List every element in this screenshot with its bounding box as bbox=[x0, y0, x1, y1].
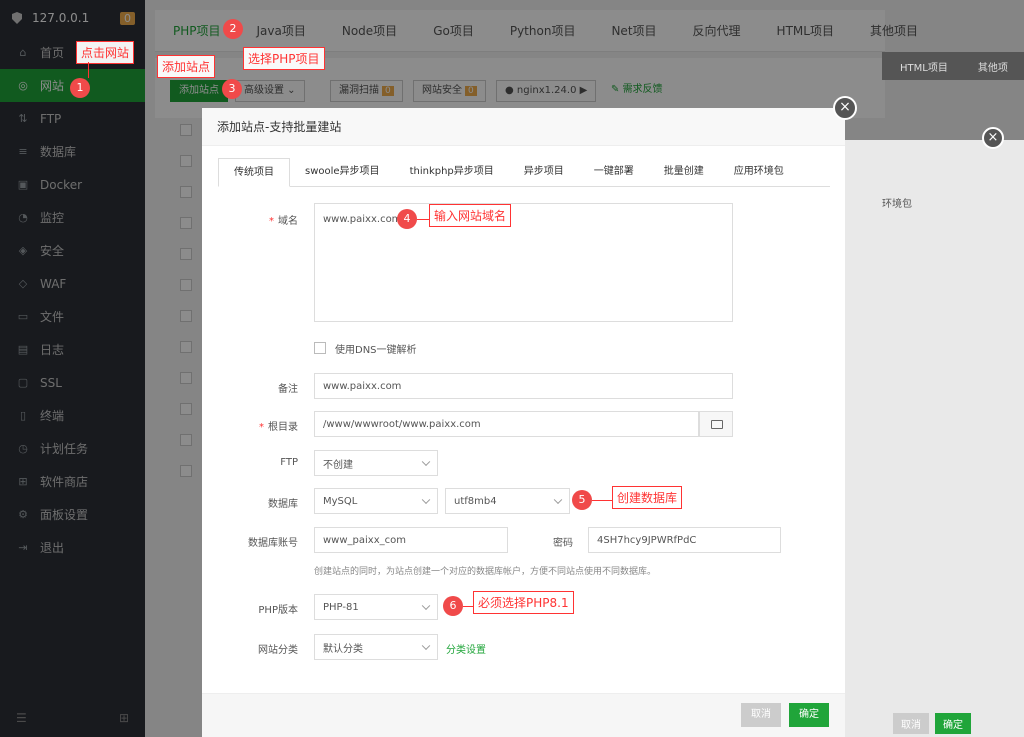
category-select[interactable]: 默认分类 bbox=[314, 634, 438, 660]
database-label: 数据库 bbox=[268, 499, 298, 510]
ghost-cancel-button[interactable]: 取消 bbox=[893, 713, 929, 734]
ftp-value: 不创建 bbox=[323, 459, 353, 471]
annotation-number-2: 2 bbox=[223, 19, 243, 39]
annotation-number-6: 6 bbox=[443, 596, 463, 616]
db-user-label: 数据库账号 bbox=[248, 538, 298, 549]
chevron-down-icon bbox=[553, 495, 563, 505]
root-label: * 根目录 bbox=[259, 422, 298, 433]
chevron-down-icon bbox=[421, 457, 431, 467]
dialog-title: 添加站点-支持批量建站 bbox=[202, 108, 845, 146]
db-charset-select[interactable]: utf8mb4 bbox=[445, 488, 570, 514]
root-dir-input[interactable]: /www/wwwroot/www.paixx.com bbox=[314, 411, 699, 437]
dialog-footer: 取消 确定 bbox=[202, 693, 845, 737]
php-version-label: PHP版本 bbox=[258, 605, 298, 616]
annotation-line bbox=[463, 606, 473, 607]
annotation-enter-domain: 输入网站域名 bbox=[429, 204, 512, 227]
dialog-tab[interactable]: 传统项目 bbox=[218, 158, 290, 187]
db-user-value: www_paixx_com bbox=[323, 534, 406, 546]
dns-label: 使用DNS一键解析 bbox=[335, 345, 417, 356]
category-label: 网站分类 bbox=[258, 645, 298, 656]
ghost-ok-button[interactable]: 确定 bbox=[935, 713, 971, 734]
ghost-dialog bbox=[845, 140, 1024, 737]
dialog-tab[interactable]: 一键部署 bbox=[579, 158, 649, 186]
dns-checkbox[interactable] bbox=[314, 342, 326, 354]
ghost-close-icon[interactable]: × bbox=[982, 127, 1004, 149]
annotation-number-3: 3 bbox=[222, 79, 242, 99]
annotation-line bbox=[592, 500, 612, 501]
dialog-tab[interactable]: 应用环境包 bbox=[719, 158, 799, 186]
chevron-down-icon bbox=[421, 641, 431, 651]
ghost-tab-html: HTML项目 bbox=[900, 62, 948, 74]
domain-label-text: 域名 bbox=[278, 216, 298, 227]
domain-textarea[interactable]: www.paixx.com bbox=[314, 203, 733, 322]
category-value: 默认分类 bbox=[323, 643, 363, 655]
dialog-tab[interactable]: swoole异步项目 bbox=[290, 158, 395, 186]
ghost-tabs: HTML项目 其他项 bbox=[882, 52, 1024, 80]
confirm-button[interactable]: 确定 bbox=[789, 703, 829, 727]
close-icon[interactable]: × bbox=[833, 96, 857, 120]
domain-value: www.paixx.com bbox=[323, 214, 402, 225]
dialog-tab[interactable]: thinkphp异步项目 bbox=[395, 158, 509, 186]
db-password-input[interactable]: 4SH7hcy9JPWRfPdC bbox=[588, 527, 781, 553]
ftp-label: FTP bbox=[280, 457, 298, 468]
annotation-select-php: 选择PHP项目 bbox=[243, 47, 325, 70]
db-type-value: MySQL bbox=[323, 495, 358, 507]
ghost-buttons: 取消 确定 bbox=[893, 713, 971, 734]
chevron-down-icon bbox=[421, 601, 431, 611]
dialog-tabs: 传统项目 swoole异步项目 thinkphp异步项目 异步项目 一键部署 批量创建 应用… bbox=[218, 158, 830, 187]
domain-label: * 域名 bbox=[269, 216, 298, 227]
db-hint: 创建站点的同时，为站点创建一个对应的数据库帐户，方便不同站点使用不同数据库。 bbox=[314, 567, 657, 577]
dialog-tab[interactable]: 异步项目 bbox=[509, 158, 579, 186]
dialog-tab[interactable]: 批量创建 bbox=[649, 158, 719, 186]
annotation-number-1: 1 bbox=[70, 78, 90, 98]
ghost-tab-env: 环境包 bbox=[882, 199, 912, 210]
category-settings-link[interactable]: 分类设置 bbox=[446, 641, 486, 656]
ftp-select[interactable]: 不创建 bbox=[314, 450, 438, 476]
remark-label: 备注 bbox=[278, 384, 298, 395]
add-site-dialog: 添加站点-支持批量建站 传统项目 swoole异步项目 thinkphp异步项目 异步… bbox=[202, 108, 845, 737]
php-version-select[interactable]: PHP-81 bbox=[314, 594, 438, 620]
cancel-button[interactable]: 取消 bbox=[741, 703, 781, 727]
ghost-tab-other: 其他项 bbox=[977, 62, 1008, 74]
remark-value: www.paixx.com bbox=[323, 380, 402, 392]
db-charset-value: utf8mb4 bbox=[454, 495, 497, 507]
annotation-line bbox=[417, 219, 429, 220]
php-version-value: PHP-81 bbox=[323, 601, 359, 613]
annotation-line bbox=[88, 62, 89, 78]
annotation-click-site: 点击网站 bbox=[76, 41, 135, 64]
root-dir-value: /www/wwwroot/www.paixx.com bbox=[323, 418, 481, 430]
annotation-must-php: 必须选择PHP8.1 bbox=[473, 591, 574, 614]
annotation-number-5: 5 bbox=[572, 490, 592, 510]
root-label-text: 根目录 bbox=[268, 422, 298, 433]
chevron-down-icon bbox=[421, 495, 431, 505]
annotation-create-db: 创建数据库 bbox=[612, 486, 683, 509]
folder-icon bbox=[711, 420, 723, 429]
annotation-add-site: 添加站点 bbox=[157, 55, 216, 78]
db-password-value: 4SH7hcy9JPWRfPdC bbox=[597, 534, 697, 546]
password-label: 密码 bbox=[553, 538, 573, 549]
remark-input[interactable]: www.paixx.com bbox=[314, 373, 733, 399]
db-type-select[interactable]: MySQL bbox=[314, 488, 438, 514]
folder-picker-button[interactable] bbox=[699, 411, 733, 437]
annotation-number-4: 4 bbox=[397, 209, 417, 229]
